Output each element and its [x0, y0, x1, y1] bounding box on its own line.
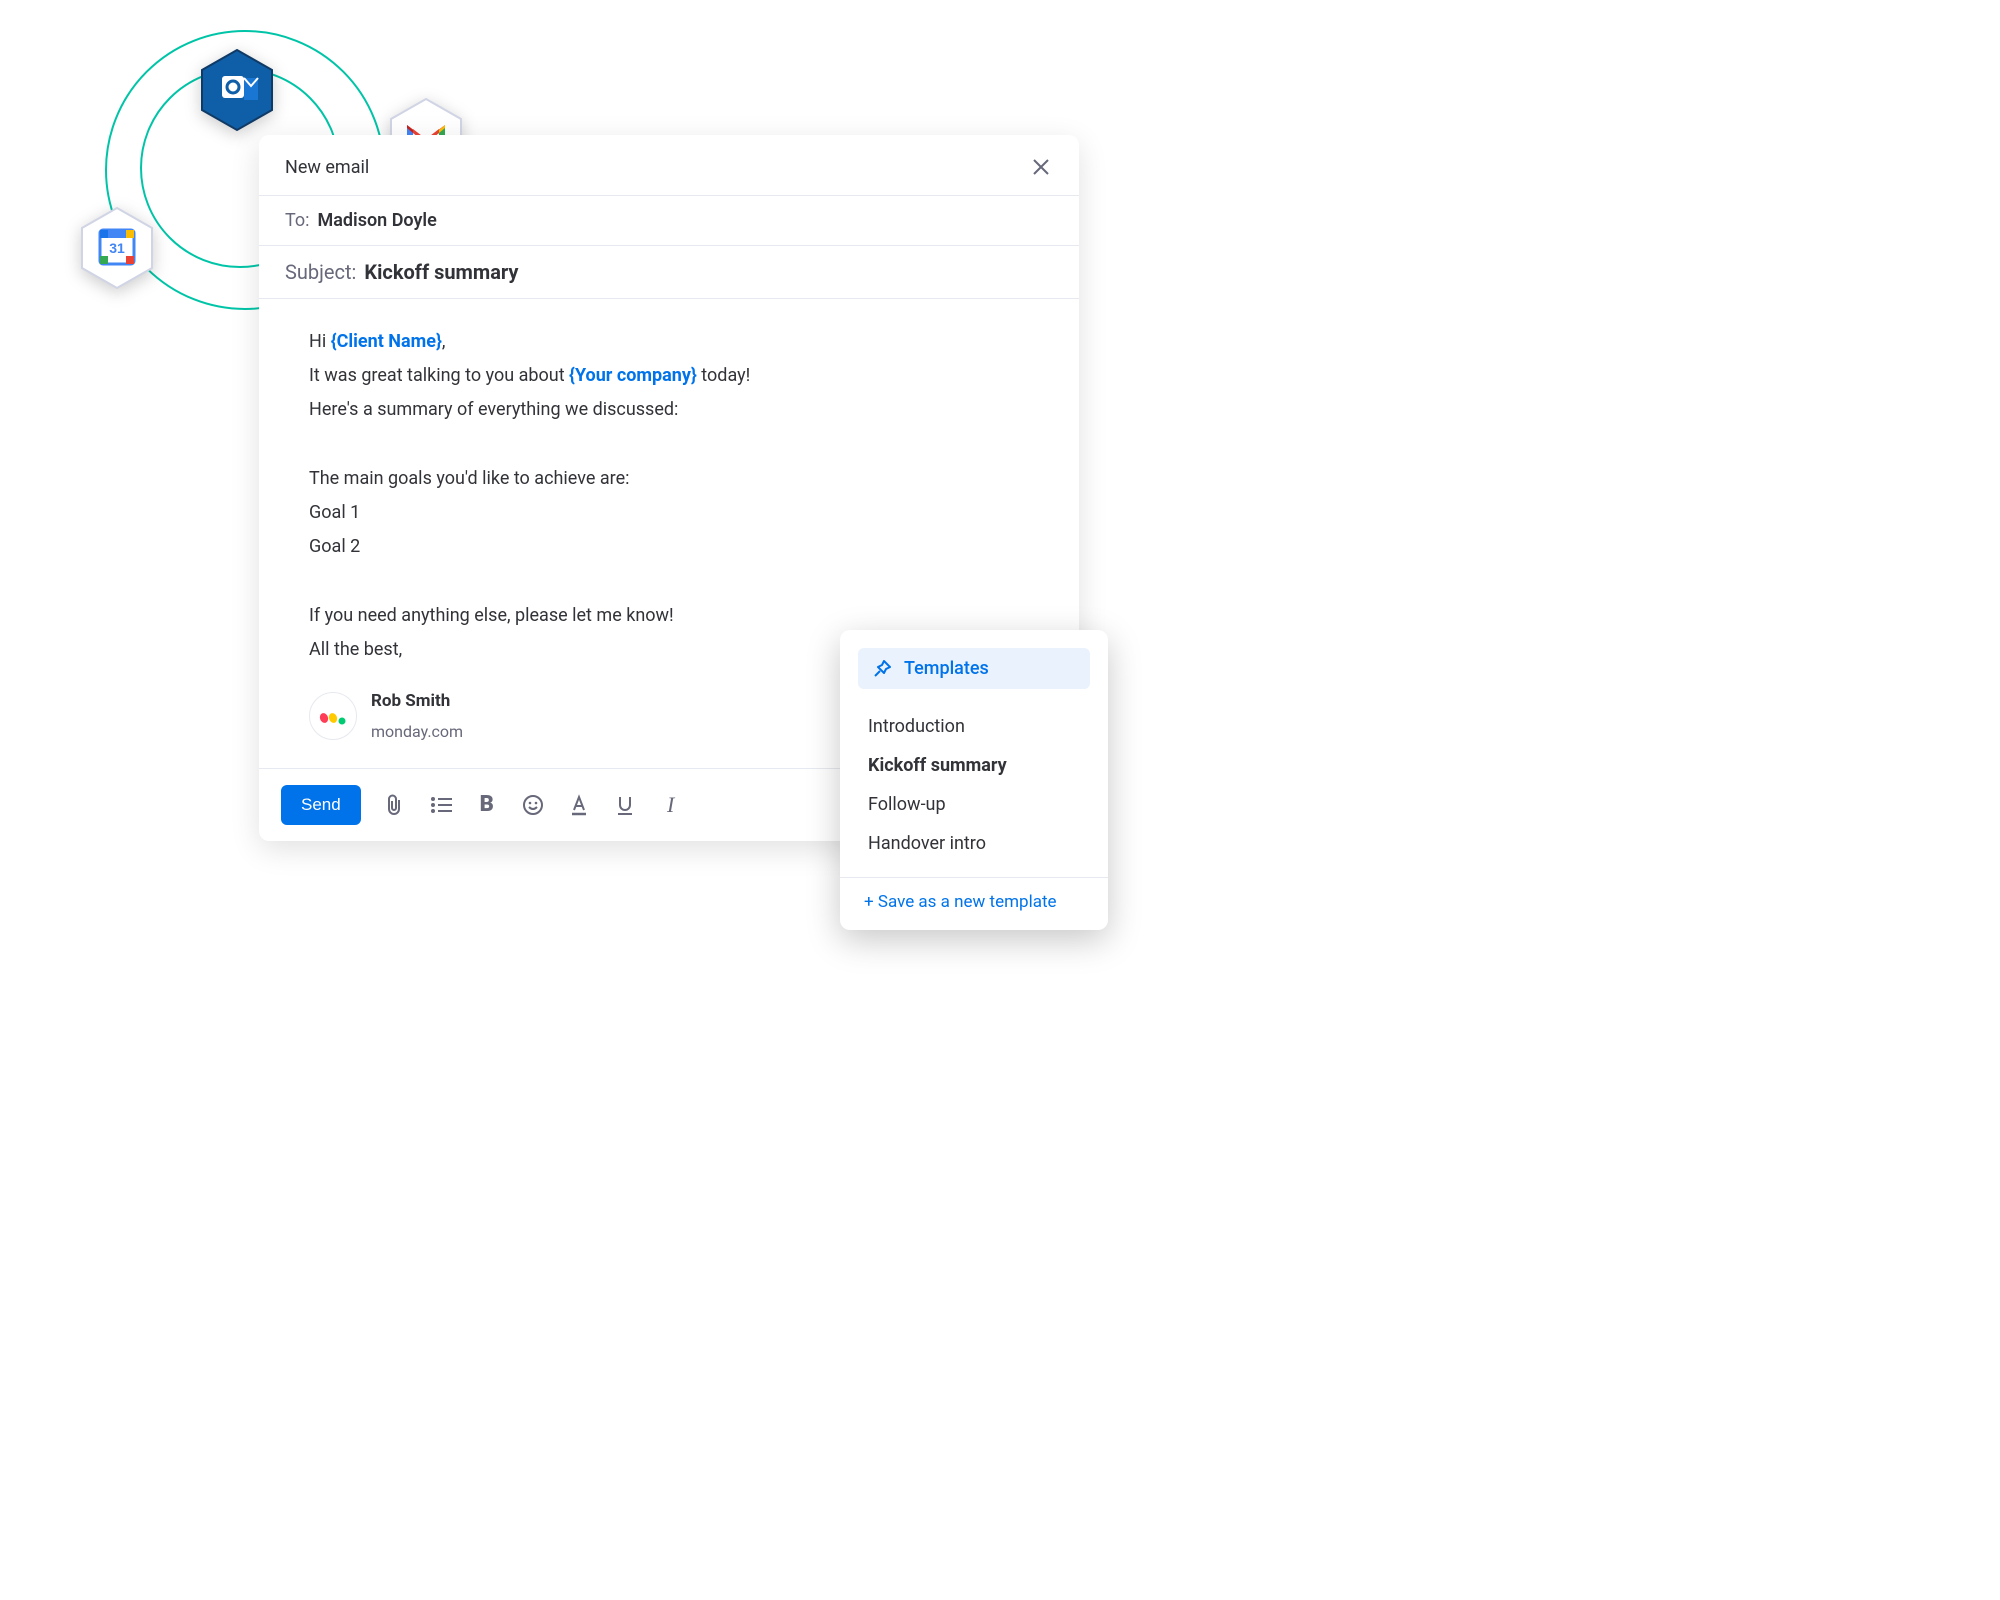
send-button[interactable]: Send [281, 785, 361, 825]
signature-name: Rob Smith [371, 685, 463, 717]
bold-icon[interactable]: B [475, 793, 499, 817]
svg-text:31: 31 [109, 240, 125, 256]
save-template-button[interactable]: + Save as a new template [858, 888, 1090, 916]
italic-icon[interactable]: I [659, 793, 683, 817]
template-token-client: {Client Name} [331, 331, 442, 352]
pin-icon [872, 659, 892, 679]
template-item-kickoff[interactable]: Kickoff summary [862, 746, 1086, 785]
close-icon[interactable] [1029, 155, 1053, 179]
monday-logo-icon [309, 692, 357, 740]
google-calendar-icon: 31 [80, 206, 154, 290]
divider [840, 877, 1108, 878]
compose-title: New email [285, 157, 369, 178]
template-item-handover[interactable]: Handover intro [862, 824, 1086, 863]
emoji-icon[interactable] [521, 793, 545, 817]
templates-list: Introduction Kickoff summary Follow-up H… [858, 701, 1090, 869]
to-value: Madison Doyle [318, 210, 437, 231]
template-item-introduction[interactable]: Introduction [862, 707, 1086, 746]
to-label: To: [285, 210, 310, 231]
templates-popup: Templates Introduction Kickoff summary F… [840, 630, 1108, 930]
subject-value: Kickoff summary [364, 260, 518, 284]
outlook-icon [200, 48, 274, 132]
to-field[interactable]: To: Madison Doyle [259, 196, 1079, 246]
attachment-icon[interactable] [383, 793, 407, 817]
templates-header[interactable]: Templates [858, 648, 1090, 689]
template-item-followup[interactable]: Follow-up [862, 785, 1086, 824]
text-color-icon[interactable] [567, 793, 591, 817]
subject-field[interactable]: Subject: Kickoff summary [259, 246, 1079, 299]
template-token-company: {Your company} [569, 365, 697, 386]
bullet-list-icon[interactable] [429, 793, 453, 817]
subject-label: Subject: [285, 260, 356, 284]
underline-icon[interactable] [613, 793, 637, 817]
signature-company: monday.com [371, 717, 463, 747]
